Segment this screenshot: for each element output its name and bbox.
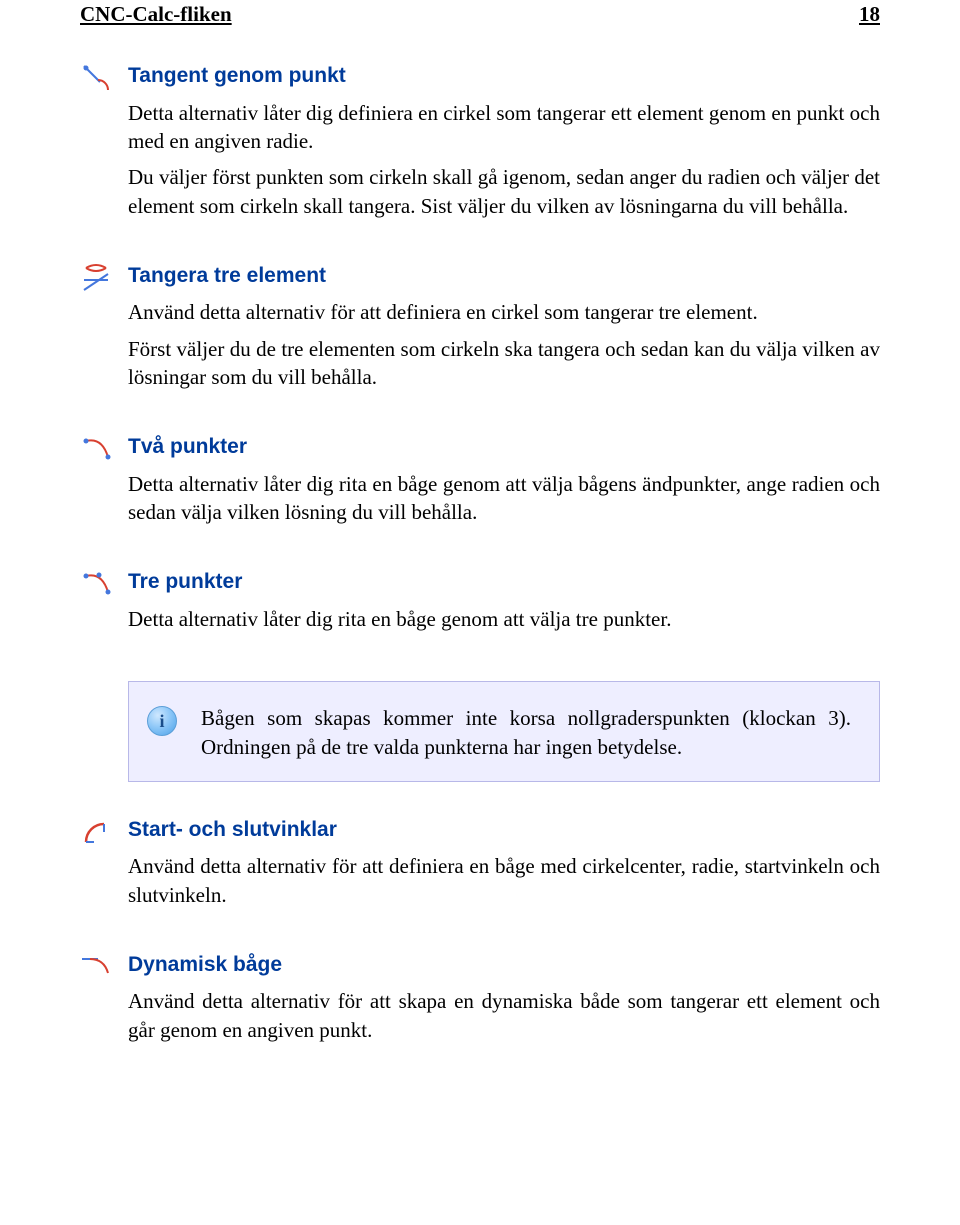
- section-paragraph: Detta alternativ låter dig rita en båge …: [128, 470, 880, 527]
- section-paragraph: Du väljer först punkten som cirkeln skal…: [128, 163, 880, 220]
- section-dynamic-arc: Dynamisk båge Använd detta alternativ fö…: [80, 951, 880, 1052]
- section-title: Tre punkter: [128, 568, 880, 596]
- header-section-title: CNC-Calc-fliken: [80, 0, 232, 28]
- three-points-icon: [80, 568, 112, 600]
- info-text: Bågen som skapas kommer inte korsa nollg…: [201, 702, 851, 761]
- section-title: Start- och slutvinklar: [128, 816, 880, 844]
- info-icon: i: [147, 706, 177, 736]
- section-start-end-angles: Start- och slutvinklar Använd detta alte…: [80, 816, 880, 917]
- section-paragraph: Först väljer du de tre elementen som cir…: [128, 335, 880, 392]
- section-paragraph: Detta alternativ låter dig definiera en …: [128, 99, 880, 156]
- section-paragraph: Använd detta alternativ för att definier…: [128, 852, 880, 909]
- info-callout: i Bågen som skapas kommer inte korsa nol…: [128, 681, 880, 782]
- tangent-point-icon: [80, 62, 112, 94]
- section-tangent-point: Tangent genom punkt Detta alternativ låt…: [80, 62, 880, 228]
- dynamic-arc-icon: [80, 951, 112, 983]
- section-title: Tangent genom punkt: [128, 62, 880, 90]
- start-end-angles-icon: [80, 816, 112, 848]
- section-title: Två punkter: [128, 433, 880, 461]
- section-two-points: Två punkter Detta alternativ låter dig r…: [80, 433, 880, 534]
- page-number: 18: [859, 0, 880, 28]
- section-title: Dynamisk båge: [128, 951, 880, 979]
- section-title: Tangera tre element: [128, 262, 880, 290]
- two-points-icon: [80, 433, 112, 465]
- section-paragraph: Använd detta alternativ för att definier…: [128, 298, 880, 326]
- section-paragraph: Detta alternativ låter dig rita en båge …: [128, 605, 880, 633]
- page-header: CNC-Calc-fliken 18: [80, 0, 880, 28]
- document-page: CNC-Calc-fliken 18 Tangent genom punkt D…: [0, 0, 960, 1092]
- tangent-three-icon: [80, 262, 112, 294]
- section-paragraph: Använd detta alternativ för att skapa en…: [128, 987, 880, 1044]
- section-three-points: Tre punkter Detta alternativ låter dig r…: [80, 568, 880, 641]
- section-tangent-three: Tangera tre element Använd detta alterna…: [80, 262, 880, 399]
